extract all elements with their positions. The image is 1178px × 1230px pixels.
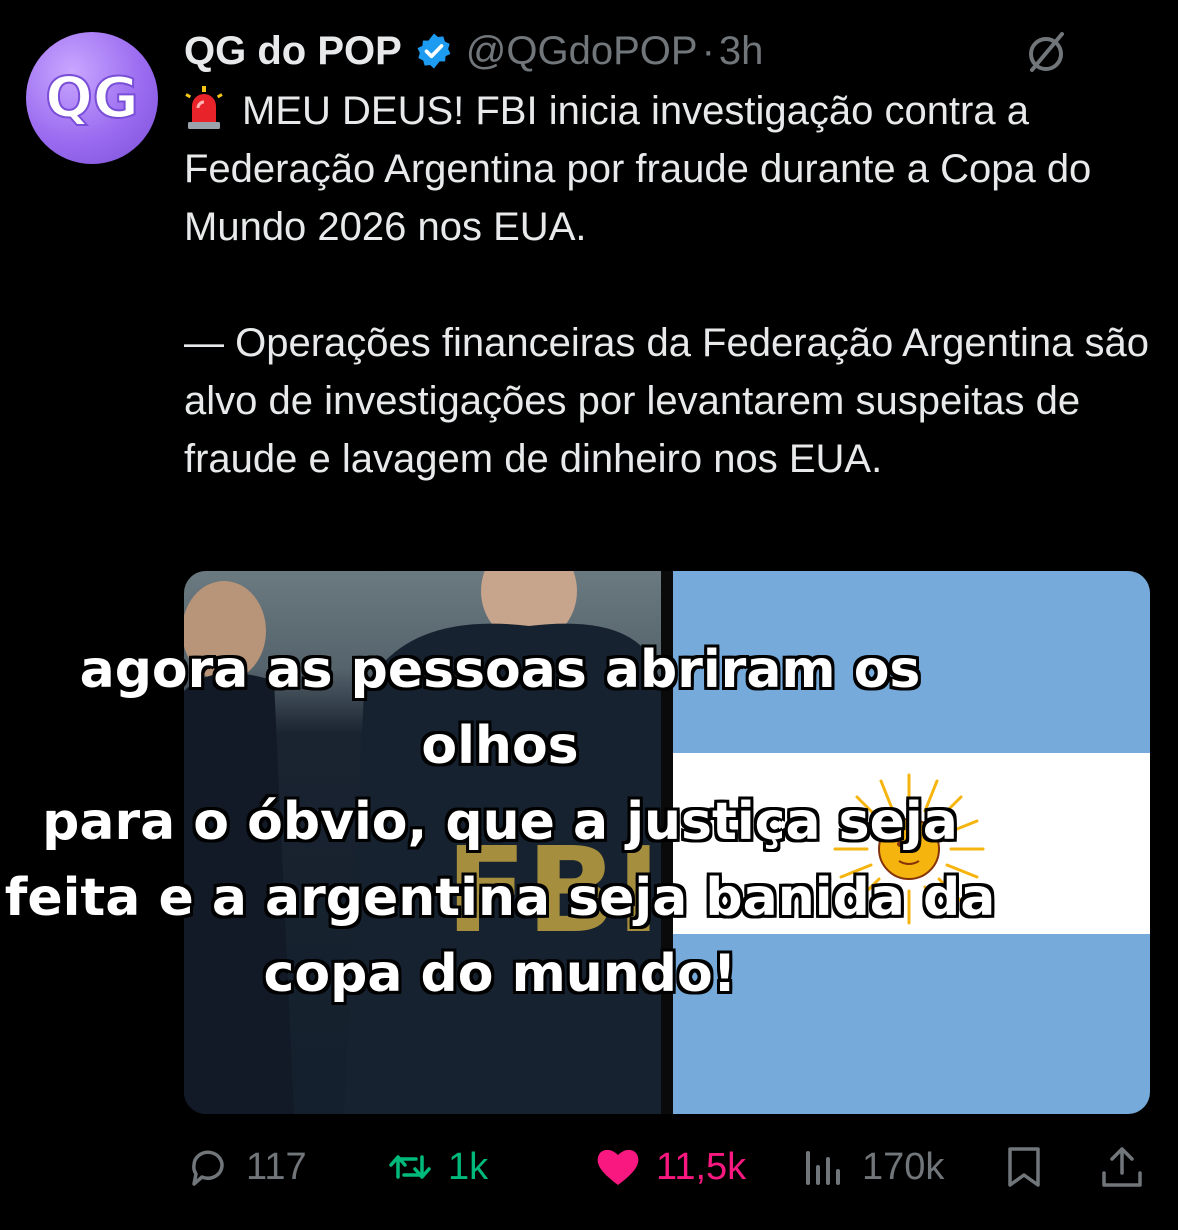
views-button[interactable]: 170k [800,1140,944,1194]
grok-icon[interactable] [1022,28,1070,76]
author-handle[interactable]: @QGdoPOP [466,29,698,74]
share-icon [1102,1147,1142,1187]
reply-button[interactable]: 117 [184,1140,307,1194]
avatar[interactable]: QG [26,32,158,164]
repost-count: 1k [448,1145,489,1188]
like-count: 11,5k [656,1145,747,1188]
reply-count: 117 [246,1145,307,1188]
tweet-actions: 117 1k 11,5k 170k [184,1140,1150,1194]
bookmark-icon [1008,1147,1040,1187]
verified-badge-icon [417,33,451,69]
share-button[interactable] [1098,1140,1160,1194]
tweet-text: MEU DEUS! FBI inicia investigação contra… [184,82,1164,488]
tweet[interactable]: QG QG do POP @QGdoPOP · 3h MEU DEUS! FBI… [0,0,1178,1230]
separator-dot: · [701,28,715,73]
like-button[interactable]: 11,5k [594,1140,746,1194]
tweet-text-paragraph-1: MEU DEUS! FBI inicia investigação contra… [184,82,1164,256]
overlay-caption: agora as pessoas abriram os olhos para o… [0,632,1000,1012]
tweet-text-line-1: MEU DEUS! FBI inicia investigação contra… [184,89,1092,249]
overlay-caption-line: agora as pessoas abriram os olhos [79,640,921,776]
repost-button[interactable]: 1k [386,1140,488,1194]
reply-icon [192,1150,224,1186]
avatar-logo-icon: QG [44,65,140,132]
overlay-caption-line: feita e a argentina seja banida da [4,868,996,928]
bookmark-button[interactable] [1000,1140,1062,1194]
siren-icon [185,86,223,129]
like-icon [597,1149,639,1185]
overlay-caption-line: copa do mundo! [263,944,737,1004]
svg-text:QG: QG [45,66,139,131]
views-count: 170k [862,1145,945,1188]
views-icon [806,1151,840,1185]
author-name[interactable]: QG do POP [184,29,402,74]
overlay-caption-line: para o óbvio, que a justiça seja [42,792,958,852]
tweet-header: QG do POP @QGdoPOP · 3h [184,26,763,76]
tweet-text-paragraph-2: — Operações financeiras da Federação Arg… [184,321,1150,481]
tweet-timestamp[interactable]: 3h [719,29,764,74]
repost-icon [389,1155,431,1179]
